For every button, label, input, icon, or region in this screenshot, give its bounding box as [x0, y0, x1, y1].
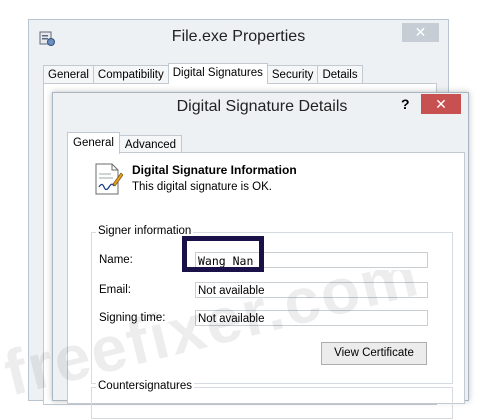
tab-digital-signatures[interactable]: Digital Signatures [167, 63, 268, 84]
email-field[interactable]: Not available [195, 282, 428, 298]
countersignatures-label: Countersignatures [96, 380, 194, 392]
name-highlight-box [182, 236, 264, 272]
signature-status-text: This digital signature is OK. [132, 181, 272, 193]
signing-time-field[interactable]: Not available [195, 310, 428, 326]
dialog-tab-bar: General Advanced [67, 132, 183, 154]
properties-close-button[interactable]: ✕ [402, 23, 439, 42]
signer-group-label: Signer information [96, 225, 194, 237]
dialog-close-button[interactable]: ✕ [421, 94, 461, 114]
properties-window-title: File.exe Properties [171, 28, 306, 45]
countersignatures-group: Countersignatures [91, 380, 453, 419]
tab-details[interactable]: Details [317, 65, 363, 84]
dialog-tab-general[interactable]: General [67, 132, 120, 154]
tab-compatibility[interactable]: Compatibility [92, 65, 169, 84]
close-icon: ✕ [435, 96, 447, 112]
properties-tab-bar: General Compatibility Digital Signatures… [43, 63, 363, 84]
tab-general[interactable]: General [43, 65, 94, 84]
help-button[interactable]: ? [401, 96, 410, 112]
signature-info-heading: Digital Signature Information [132, 163, 297, 177]
name-label: Name: [99, 254, 133, 266]
properties-titlebar: File.exe Properties ✕ [29, 20, 448, 56]
tab-security[interactable]: Security [266, 65, 319, 84]
dialog-general-panel: Digital Signature Information This digit… [67, 152, 465, 419]
signer-information-group: Signer information Name: Wang Nan Email:… [91, 225, 453, 384]
view-certificate-button[interactable]: View Certificate [321, 342, 427, 365]
help-icon: ? [401, 96, 410, 112]
document-signature-icon [93, 162, 124, 196]
close-icon: ✕ [414, 24, 427, 40]
signing-time-label: Signing time: [99, 312, 166, 324]
email-label: Email: [99, 284, 131, 296]
